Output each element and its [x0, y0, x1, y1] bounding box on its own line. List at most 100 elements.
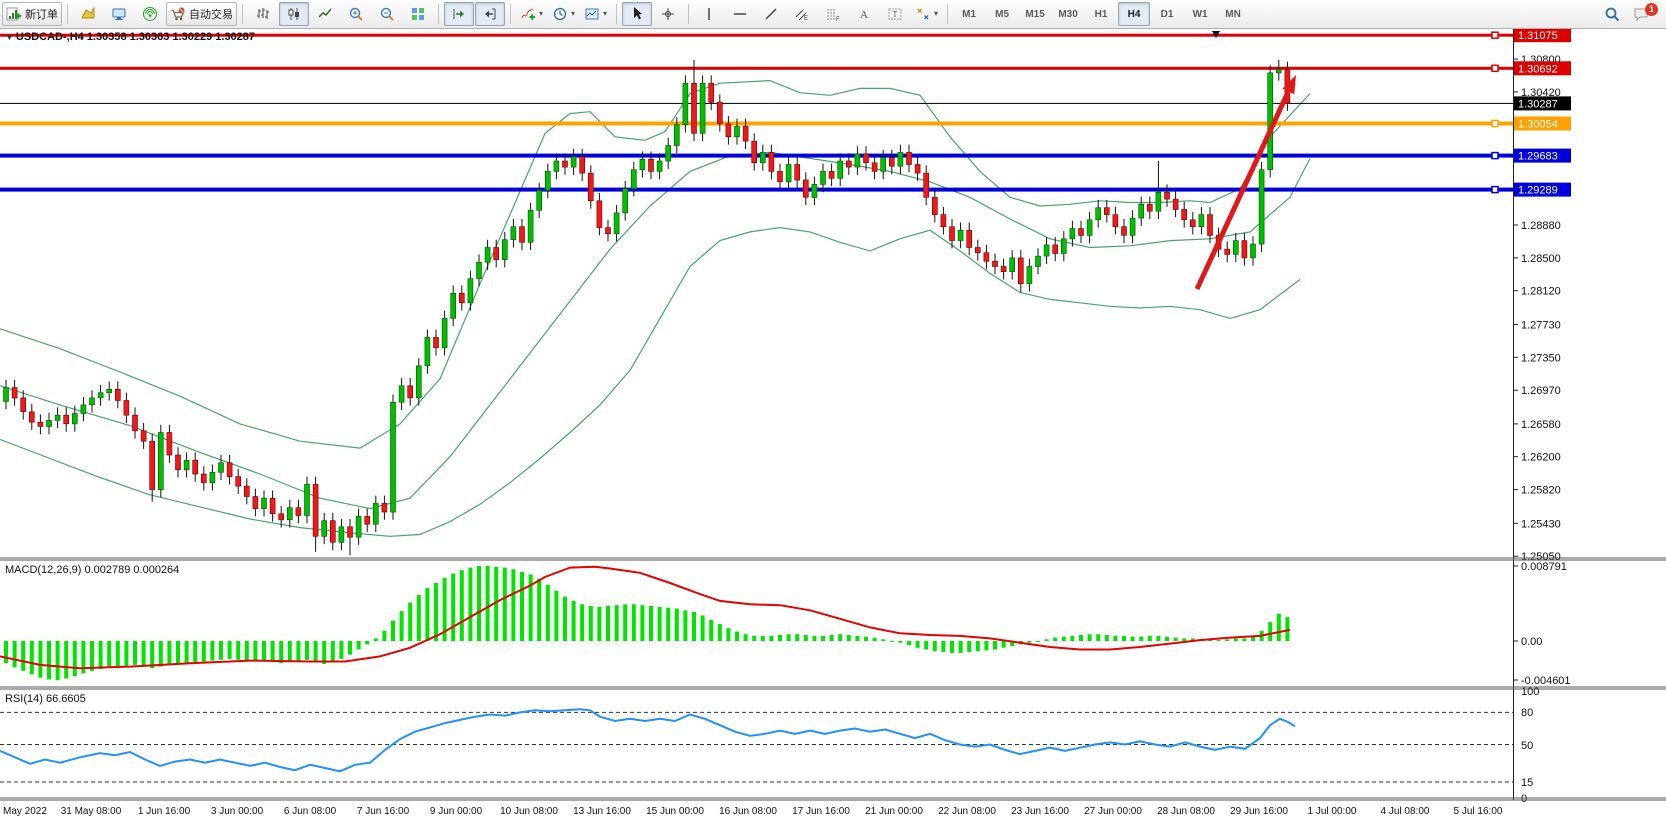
candle-body: [692, 83, 697, 133]
auto-trading-button[interactable]: 自动交易: [166, 2, 237, 26]
hline-1.29289[interactable]: [0, 188, 1513, 192]
price-line-label: 1.29683: [1518, 151, 1558, 163]
timeframe-m5-button[interactable]: M5: [986, 2, 1018, 26]
candle-body: [597, 201, 602, 228]
macd-histogram-bar: [1062, 637, 1066, 641]
chat-button[interactable]: 1: [1629, 2, 1662, 26]
chart-window[interactable]: 1.308001.304201.300401.296501.292701.288…: [0, 29, 1666, 836]
candle-body: [1225, 249, 1230, 254]
candle-body: [993, 261, 998, 266]
timeframe-m30-button[interactable]: M30: [1052, 2, 1084, 26]
macd-histogram-bar: [916, 641, 920, 648]
zoom-out-button[interactable]: [372, 2, 402, 26]
timeframe-h4-button[interactable]: H4: [1118, 2, 1150, 26]
time-tick-label: 28 Jun 08:00: [1157, 806, 1215, 817]
text-button[interactable]: A: [849, 2, 879, 26]
macd-histogram-bar: [752, 636, 756, 641]
text-label-button[interactable]: T: [880, 2, 910, 26]
candle-body: [167, 433, 172, 456]
candle-body: [1053, 245, 1058, 254]
candle-body: [614, 213, 619, 234]
candle-body: [55, 415, 60, 420]
timeframe-h1-button[interactable]: H1: [1085, 2, 1117, 26]
candle-body: [176, 455, 181, 470]
equidistant-channel-button[interactable]: E: [787, 2, 817, 26]
hline-handle[interactable]: [1492, 65, 1498, 71]
macd-histogram-bar: [417, 595, 421, 641]
search-button[interactable]: [1597, 2, 1627, 26]
macd-histogram-bar: [726, 628, 730, 641]
macd-pane[interactable]: [0, 566, 1290, 680]
periods-button[interactable]: ▾: [548, 2, 579, 26]
cursor-button[interactable]: [622, 2, 652, 26]
chart-bars-button[interactable]: [248, 2, 278, 26]
terminal-button[interactable]: [104, 2, 134, 26]
signals-button[interactable]: [135, 2, 165, 26]
candle-body: [115, 389, 120, 400]
macd-histogram-bar: [761, 636, 765, 641]
chart-canvas[interactable]: 1.308001.304201.300401.296501.292701.288…: [0, 29, 1666, 836]
macd-histogram-bar: [425, 588, 429, 641]
fibonacci-button[interactable]: F: [818, 2, 848, 26]
candle-body: [563, 161, 568, 167]
tile-windows-button[interactable]: [403, 2, 433, 26]
macd-histogram-bar: [331, 641, 335, 662]
macd-histogram-bar: [769, 636, 773, 641]
candle-body: [322, 521, 327, 537]
candle-body: [425, 337, 430, 366]
price-tick-label: 1.25430: [1521, 518, 1561, 530]
candle-body: [442, 318, 447, 347]
chart-line-button[interactable]: [310, 2, 340, 26]
charts-panel-button[interactable]: [73, 2, 103, 26]
macd-histogram-bar: [382, 631, 386, 641]
timeframe-w1-button[interactable]: W1: [1184, 2, 1216, 26]
macd-histogram-bar: [193, 641, 197, 662]
timeframe-m1-button[interactable]: M1: [953, 2, 985, 26]
candle-body: [1070, 229, 1075, 239]
trendline-button[interactable]: [756, 2, 786, 26]
candle-body: [1199, 215, 1204, 227]
candle-body: [1044, 245, 1049, 256]
time-tick-label: 30 May 2022: [0, 806, 47, 817]
candle-body: [348, 527, 353, 537]
crosshair-button[interactable]: [653, 2, 683, 26]
hline-1.31075[interactable]: [0, 34, 1513, 37]
arrows-button[interactable]: ▾: [911, 2, 942, 26]
timeframe-mn-button[interactable]: MN: [1217, 2, 1249, 26]
vertical-line-button[interactable]: [694, 2, 724, 26]
chart-candles-button[interactable]: [279, 2, 309, 26]
macd-histogram-bar: [167, 641, 171, 665]
time-tick-label: 16 Jun 08:00: [719, 806, 777, 817]
zoom-in-button[interactable]: [341, 2, 371, 26]
macd-histogram-bar: [400, 611, 404, 641]
macd-histogram-bar: [408, 603, 412, 641]
candle-body: [1233, 241, 1238, 255]
macd-histogram-bar: [176, 641, 180, 664]
rsi-pane[interactable]: [0, 709, 1513, 782]
time-tick-label: 15 Jun 00:00: [646, 806, 704, 817]
hline-1.30054[interactable]: [0, 122, 1513, 126]
templates-button[interactable]: ▾: [580, 2, 611, 26]
hline-handle[interactable]: [1492, 121, 1498, 127]
candle-body: [339, 527, 344, 543]
hline-handle[interactable]: [1492, 187, 1498, 193]
macd-histogram-bar: [1268, 622, 1272, 641]
timeframe-m15-button[interactable]: M15: [1019, 2, 1051, 26]
auto-scroll-button[interactable]: [444, 2, 474, 26]
indicators-button[interactable]: ▾: [516, 2, 547, 26]
hline-handle[interactable]: [1492, 153, 1498, 159]
candle-body: [829, 171, 834, 178]
chart-shift-button[interactable]: [475, 2, 505, 26]
hline-handle[interactable]: [1492, 32, 1498, 38]
macd-histogram-bar: [589, 606, 593, 641]
candle-body: [864, 154, 869, 163]
price-tick-label: 1.28120: [1521, 286, 1561, 298]
horizontal-line-button[interactable]: [725, 2, 755, 26]
timeframe-d1-button[interactable]: D1: [1151, 2, 1183, 26]
main-pane[interactable]: [0, 31, 1513, 555]
candle-body: [1156, 192, 1161, 211]
candle-body: [881, 158, 886, 172]
new-order-button[interactable]: 新订单: [2, 2, 62, 26]
vline-icon: [701, 6, 717, 22]
candle-body: [1122, 227, 1127, 236]
